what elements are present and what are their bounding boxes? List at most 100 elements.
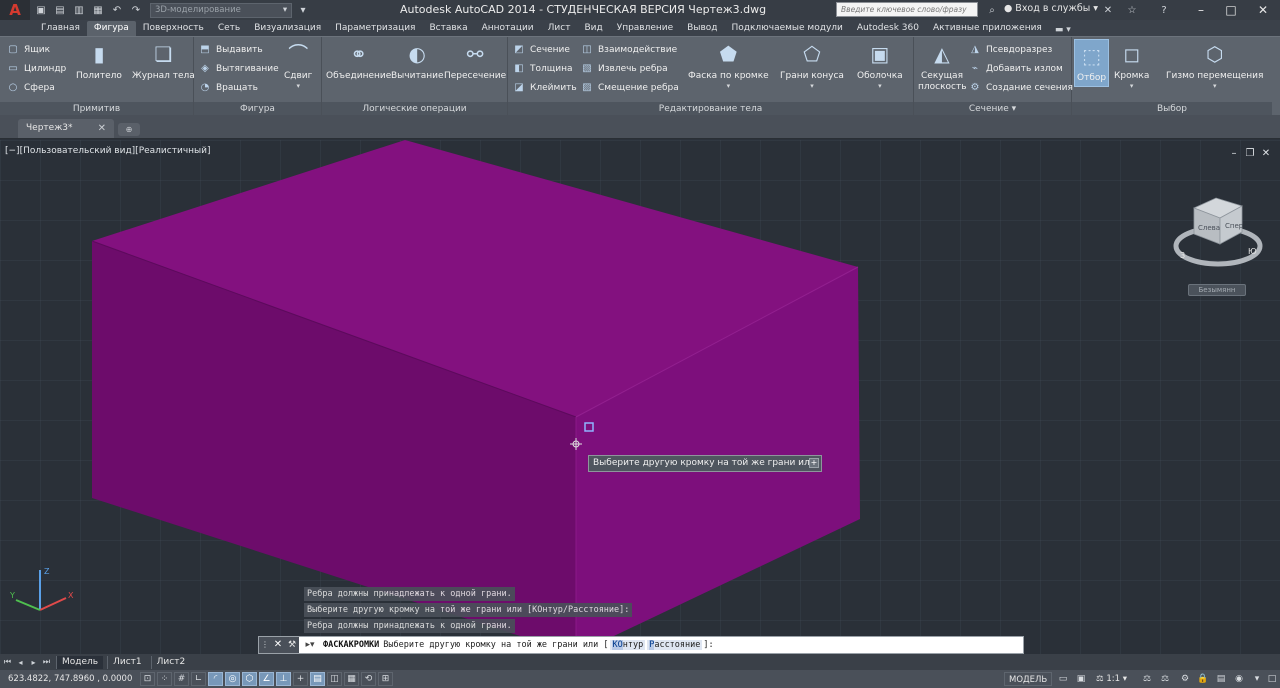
exchange-icon[interactable]: ✕ bbox=[1100, 2, 1116, 18]
redo-icon[interactable]: ↷ bbox=[128, 2, 144, 18]
tooltip-expand-icon[interactable]: + bbox=[809, 458, 819, 468]
ortho-icon[interactable]: ∟ bbox=[191, 672, 206, 686]
coordinate-readout[interactable]: 623.4822, 747.8960 , 0.0000 bbox=[0, 674, 140, 684]
drawing-canvas[interactable]: [−][Пользовательский вид][Реалистичный] … bbox=[0, 140, 1280, 654]
live-section-button[interactable]: ◮ Псевдоразрез bbox=[968, 41, 1052, 58]
tab-output[interactable]: Вывод bbox=[680, 21, 724, 36]
tab-view[interactable]: Вид bbox=[577, 21, 609, 36]
object-snap-tracking-icon[interactable]: ∠ bbox=[259, 672, 274, 686]
infer-constraints-icon[interactable]: ⊡ bbox=[140, 672, 155, 686]
close-icon[interactable]: ✕ bbox=[98, 119, 106, 138]
app-menu-button[interactable]: A bbox=[0, 0, 30, 20]
intersect-button[interactable]: ⚯ Пересечение bbox=[444, 40, 506, 82]
option-distance[interactable]: Расстояние bbox=[647, 640, 703, 650]
tab-solid[interactable]: Фигура bbox=[86, 21, 136, 36]
snap-mode-icon[interactable]: ⁘ bbox=[157, 672, 172, 686]
lineweight-icon[interactable]: ▤ bbox=[310, 672, 325, 686]
next-layout-icon[interactable]: ▸ bbox=[28, 657, 39, 668]
save-icon[interactable]: ▤ bbox=[52, 2, 68, 18]
help-icon[interactable]: ? bbox=[1156, 2, 1172, 18]
layout-tab-sheet1[interactable]: Лист1 bbox=[107, 655, 147, 669]
loft-button[interactable]: ◈ Вытягивание bbox=[198, 60, 278, 77]
panel-title-solid-edit[interactable]: Редактирование тела bbox=[508, 102, 913, 116]
tab-autodesk-360[interactable]: Autodesk 360 bbox=[850, 21, 926, 36]
union-button[interactable]: ⚭ Объединение bbox=[326, 40, 391, 82]
tab-layout[interactable]: Лист bbox=[541, 21, 578, 36]
generate-section-button[interactable]: ⚙ Создание сечения bbox=[968, 79, 1073, 96]
sphere-button[interactable]: ○ Сфера bbox=[6, 79, 55, 96]
hardware-acceleration-icon[interactable]: ▤ bbox=[1214, 672, 1228, 686]
grid-icon[interactable]: # bbox=[174, 672, 189, 686]
quick-access-customize-icon[interactable]: ▾ bbox=[295, 2, 311, 18]
layout-tab-model[interactable]: Модель bbox=[56, 655, 104, 669]
transparency-icon[interactable]: ◫ bbox=[327, 672, 342, 686]
binoculars-icon[interactable]: ⌕ bbox=[984, 2, 1000, 18]
option-contour[interactable]: КОнтур bbox=[610, 640, 646, 650]
solid-history-button[interactable]: ❏ Журнал тела bbox=[132, 40, 195, 82]
object-snap-icon[interactable]: ◎ bbox=[225, 672, 240, 686]
revolve-button[interactable]: ◔ Вращать bbox=[198, 79, 258, 96]
sweep-button[interactable]: ⌒ Сдвиг ▾ bbox=[284, 40, 312, 91]
tab-plugins[interactable]: Подключаемые модули bbox=[725, 21, 850, 36]
viewcube[interactable]: Слева Спер З Ю bbox=[1172, 188, 1264, 272]
cylinder-button[interactable]: ▭ Цилиндр bbox=[6, 60, 66, 77]
panel-title-primitive[interactable]: Примитив bbox=[0, 102, 193, 116]
interfere-button[interactable]: ◫ Взаимодействие bbox=[580, 41, 677, 58]
model-space-toggle[interactable]: МОДЕЛЬ bbox=[1004, 672, 1053, 686]
drag-handle-icon[interactable]: ⋮ bbox=[259, 637, 271, 653]
polar-tracking-icon[interactable]: ◜ bbox=[208, 672, 223, 686]
dynamic-ucs-icon[interactable]: ⊥ bbox=[276, 672, 291, 686]
workspace-switch-icon[interactable]: ⚙ bbox=[1178, 672, 1192, 686]
panel-title-figure[interactable]: Фигура bbox=[194, 102, 321, 116]
maximize-viewport-icon[interactable]: ▭ bbox=[1056, 672, 1070, 686]
offset-edges-button[interactable]: ▨ Смещение ребра bbox=[580, 79, 679, 96]
new-drawing-button[interactable]: ⊕ bbox=[118, 123, 140, 136]
box-button[interactable]: ▢ Ящик bbox=[6, 41, 50, 58]
polysolid-button[interactable]: ▮ Политело bbox=[76, 40, 122, 82]
move-gizmo-button[interactable]: ⬡ Гизмо перемещения ▾ bbox=[1166, 40, 1263, 91]
annotation-scale[interactable]: ⚖ 1:1 ▾ bbox=[1096, 672, 1127, 686]
document-tab[interactable]: Чертеж3* ✕ bbox=[18, 119, 114, 138]
minimize-button[interactable]: – bbox=[1188, 0, 1214, 20]
extract-edges-button[interactable]: ▧ Извлечь ребра bbox=[580, 60, 667, 77]
layout-tab-sheet2[interactable]: Лист2 bbox=[150, 655, 191, 669]
search-input[interactable]: Введите ключевое слово/фразу bbox=[836, 2, 978, 17]
open-folder-icon[interactable]: ▣ bbox=[33, 2, 49, 18]
tab-annotate[interactable]: Аннотации bbox=[475, 21, 541, 36]
sign-in-button[interactable]: ● Вход в службы ▾ bbox=[1004, 3, 1098, 14]
print-icon[interactable]: ▦ bbox=[90, 2, 106, 18]
close-window-button[interactable]: ✕ bbox=[1250, 0, 1276, 20]
tab-featured-apps[interactable]: Активные приложения bbox=[926, 21, 1049, 36]
last-layout-icon[interactable]: ⏭ bbox=[41, 657, 52, 668]
taper-faces-button[interactable]: ⬠ Грани конуса ▾ bbox=[780, 40, 844, 91]
recent-commands-icon[interactable]: ▸▾ bbox=[299, 637, 321, 653]
command-line[interactable]: ⋮ ✕ ⚒ ▸▾ ФАСКАКРОМКИ Выберите другую кро… bbox=[258, 636, 1024, 654]
shell-button[interactable]: ▣ Оболочка ▾ bbox=[857, 40, 903, 91]
panel-title-boolean[interactable]: Логические операции bbox=[322, 102, 507, 116]
first-layout-icon[interactable]: ⏮ bbox=[2, 657, 13, 668]
panel-title-selection[interactable]: Выбор bbox=[1072, 102, 1272, 116]
thicken-button[interactable]: ◧ Толщина bbox=[512, 60, 572, 77]
viewport-minimize-icon[interactable]: – bbox=[1228, 147, 1240, 159]
auto-scale-icon[interactable]: ⚖ bbox=[1158, 672, 1172, 686]
tab-manage[interactable]: Управление bbox=[610, 21, 680, 36]
viewport-close-icon[interactable]: ✕ bbox=[1260, 147, 1272, 159]
subtract-button[interactable]: ◐ Вычитание bbox=[391, 40, 443, 82]
clean-screen-icon[interactable]: □ bbox=[1266, 672, 1278, 686]
annotation-visibility-icon[interactable]: ⚖ bbox=[1140, 672, 1154, 686]
status-menu-icon[interactable]: ▾ bbox=[1250, 672, 1264, 686]
tab-parametric[interactable]: Параметризация bbox=[328, 21, 422, 36]
tab-home[interactable]: Главная bbox=[34, 21, 87, 36]
save-as-icon[interactable]: ▥ bbox=[71, 2, 87, 18]
annotation-monitor-icon[interactable]: ⊞ bbox=[378, 672, 393, 686]
wcs-dropdown[interactable]: Безымянн bbox=[1188, 284, 1246, 296]
chamfer-edge-button[interactable]: ⬟ Фаска по кромке ▾ bbox=[688, 40, 769, 91]
prev-layout-icon[interactable]: ◂ bbox=[15, 657, 26, 668]
viewport-controls-label[interactable]: [−][Пользовательский вид][Реалистичный] bbox=[5, 146, 210, 156]
culling-button[interactable]: ⬚ Отбор bbox=[1074, 39, 1110, 87]
section-plane-button[interactable]: ◭ Секущая плоскость bbox=[918, 40, 967, 93]
tab-mesh[interactable]: Сеть bbox=[211, 21, 247, 36]
panel-title-section[interactable]: Сечение ▾ bbox=[914, 102, 1071, 116]
tab-insert[interactable]: Вставка bbox=[422, 21, 474, 36]
close-icon[interactable]: ✕ bbox=[271, 637, 285, 653]
